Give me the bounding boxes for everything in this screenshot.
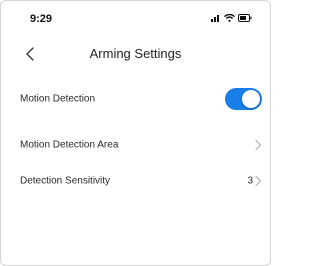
motion-detection-row: Motion Detection bbox=[1, 81, 270, 117]
phone-screen: 9:29 Arming Settings Motion Detection Mo… bbox=[0, 0, 271, 266]
battery-icon bbox=[238, 14, 252, 22]
motion-detection-label: Motion Detection bbox=[20, 93, 96, 105]
settings-list: Motion Detection Motion Detection Area D… bbox=[1, 81, 270, 199]
status-bar: 9:29 bbox=[1, 1, 270, 31]
signal-icon bbox=[211, 15, 219, 22]
toggle-knob bbox=[242, 90, 260, 108]
detection-sensitivity-label: Detection Sensitivity bbox=[20, 175, 111, 187]
status-time: 9:29 bbox=[30, 13, 53, 25]
motion-detection-toggle[interactable] bbox=[225, 88, 262, 110]
motion-detection-area-label: Motion Detection Area bbox=[20, 139, 119, 151]
chevron-right-icon bbox=[255, 175, 262, 187]
wifi-icon bbox=[224, 14, 235, 22]
detection-sensitivity-value: 3 bbox=[247, 175, 253, 187]
detection-sensitivity-row[interactable]: Detection Sensitivity 3 bbox=[1, 163, 270, 199]
status-icons bbox=[211, 14, 252, 22]
motion-detection-area-row[interactable]: Motion Detection Area bbox=[1, 127, 270, 163]
chevron-right-icon bbox=[255, 139, 262, 151]
page-title: Arming Settings bbox=[89, 46, 182, 61]
nav-bar: Arming Settings bbox=[1, 41, 270, 69]
